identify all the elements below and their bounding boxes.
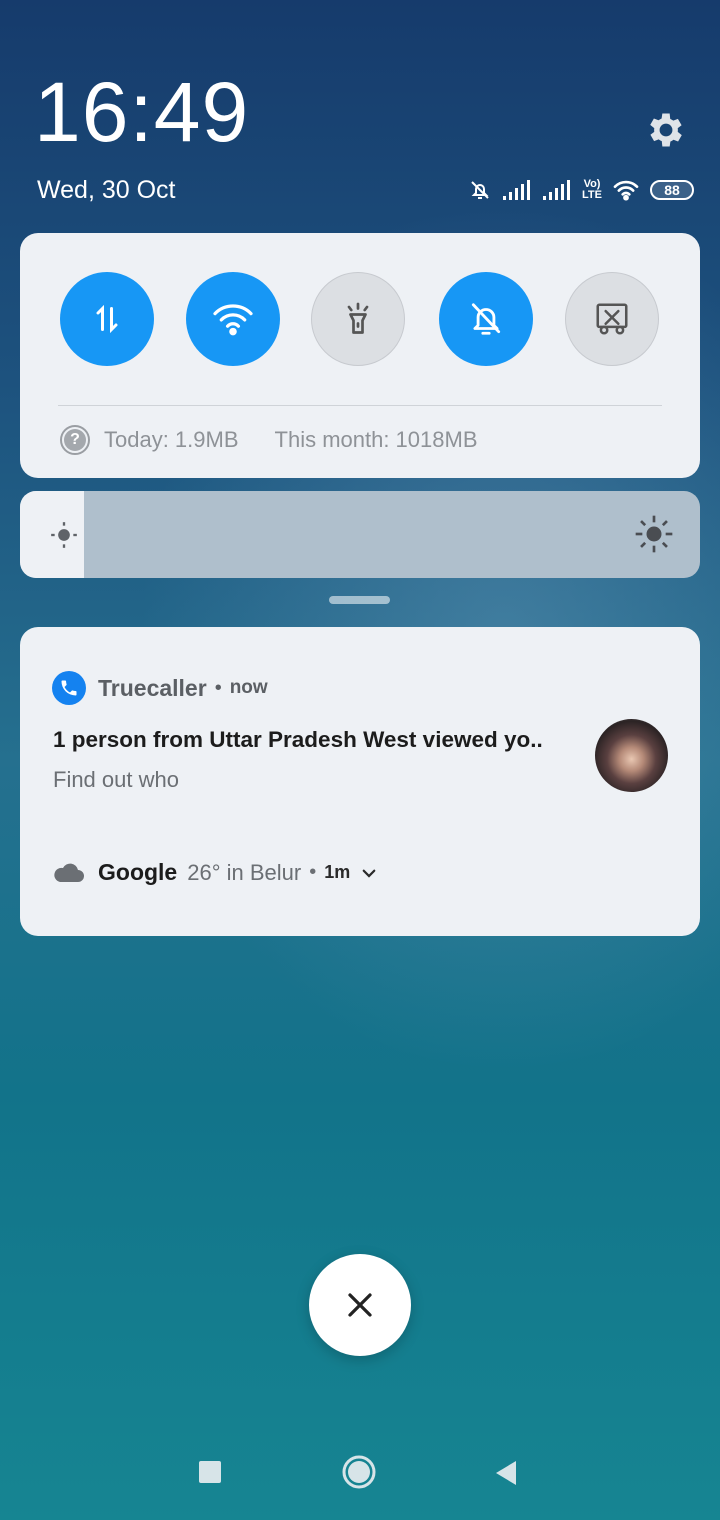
signal-1-icon	[502, 180, 532, 200]
cloud-icon	[54, 863, 84, 882]
battery-level: 88	[664, 182, 680, 198]
quick-settings-panel: ? Today: 1.9MB This month: 1018MB	[20, 233, 700, 478]
recents-button[interactable]	[199, 1461, 221, 1483]
volte-icon: Vo) LTE	[582, 179, 602, 201]
flashlight-icon	[347, 302, 369, 334]
notification-time: now	[229, 677, 268, 698]
brightness-high-icon	[635, 515, 673, 553]
close-icon	[348, 1293, 372, 1317]
notification-time: 1m	[324, 862, 351, 882]
date[interactable]: Wed, 30 Oct	[37, 176, 176, 205]
settings-gear-icon[interactable]	[644, 108, 688, 152]
brightness-low-icon	[51, 522, 77, 548]
battery-icon: 88	[650, 180, 694, 200]
help-icon: ?	[60, 425, 90, 455]
volte-label-bottom: LTE	[582, 189, 602, 201]
help-mark: ?	[64, 429, 86, 451]
wifi-icon	[213, 304, 253, 336]
notification-body[interactable]: Find out who	[53, 767, 179, 793]
separator: •	[309, 861, 317, 883]
avatar	[595, 719, 668, 792]
back-button[interactable]	[494, 1459, 518, 1487]
status-icons: Vo) LTE 88	[468, 176, 694, 204]
truecaller-header: Truecaller • now	[52, 671, 268, 705]
screenshot-icon	[596, 303, 628, 335]
silent-toggle[interactable]	[439, 272, 533, 366]
signal-2-icon	[542, 180, 572, 200]
mute-icon	[468, 178, 492, 202]
app-name: Google	[98, 859, 178, 885]
chevron-down-icon[interactable]	[360, 864, 378, 882]
divider	[58, 405, 662, 406]
screenshot-toggle[interactable]	[565, 272, 659, 366]
notification-title[interactable]: 1 person from Uttar Pradesh West viewed …	[53, 727, 573, 753]
data-usage[interactable]: ? Today: 1.9MB This month: 1018MB	[60, 425, 478, 455]
flashlight-toggle[interactable]	[311, 272, 405, 366]
home-button[interactable]	[342, 1455, 376, 1489]
usage-month: This month: 1018MB	[274, 427, 478, 452]
google-notification[interactable]: Google 26° in Belur • 1m	[52, 859, 378, 886]
data-transfer-icon	[96, 304, 118, 334]
separator: •	[214, 676, 222, 699]
clock[interactable]: 16:49	[34, 70, 249, 154]
brightness-slider[interactable]	[20, 491, 700, 578]
weather-summary: 26° in Belur	[187, 859, 302, 885]
drag-handle[interactable]	[329, 596, 390, 604]
wifi-icon	[612, 179, 640, 201]
phone-icon	[52, 671, 86, 705]
usage-today: Today: 1.9MB	[104, 427, 239, 452]
wifi-toggle[interactable]	[186, 272, 280, 366]
bell-off-icon	[471, 303, 501, 335]
mobile-data-toggle[interactable]	[60, 272, 154, 366]
app-name: Truecaller	[98, 674, 207, 701]
clear-all-button[interactable]	[309, 1254, 411, 1356]
notification-card[interactable]: Truecaller • now 1 person from Uttar Pra…	[20, 627, 700, 936]
